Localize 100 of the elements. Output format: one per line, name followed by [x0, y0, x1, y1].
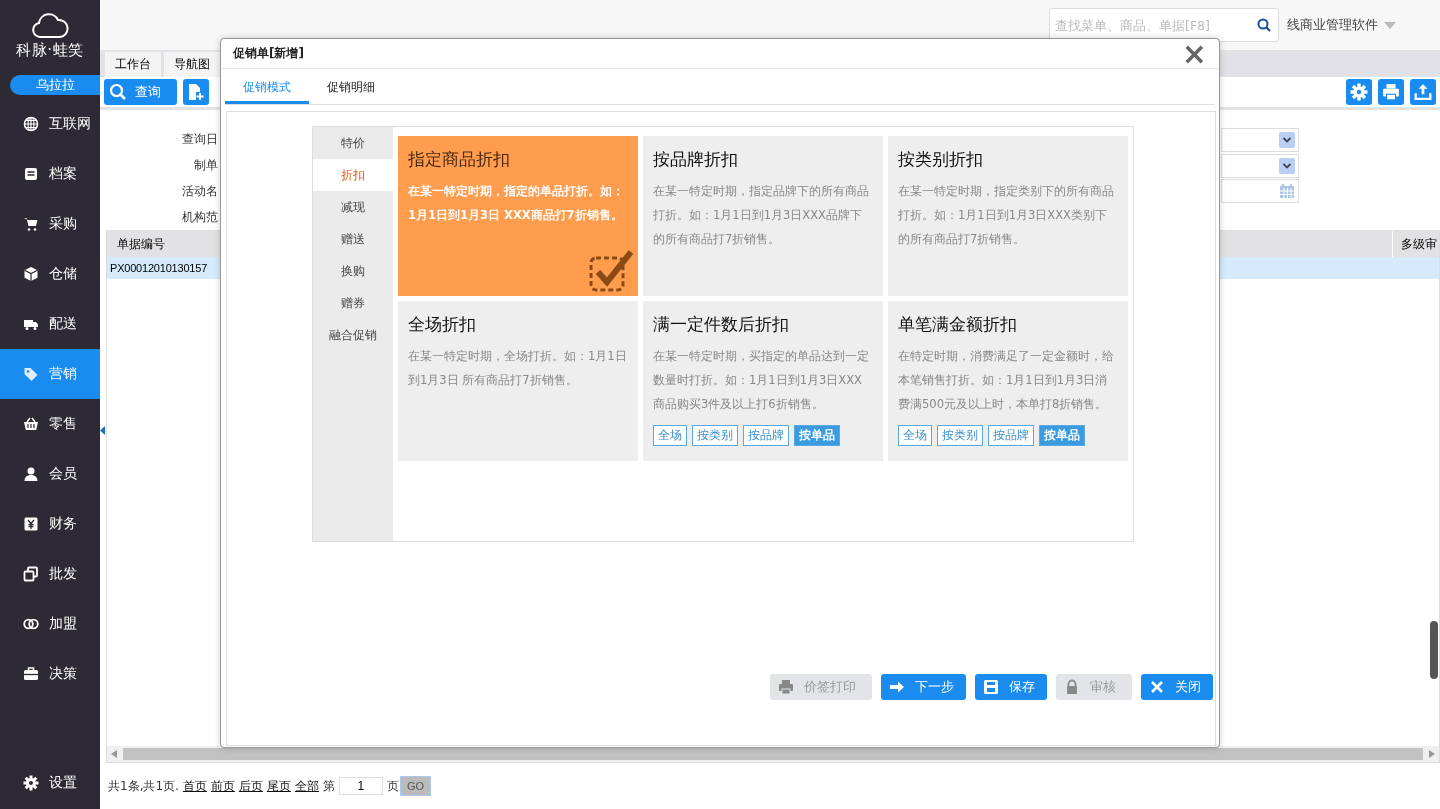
promotion-card[interactable]: 单笔满金额折扣 在特定时期，消费满足了一定金额时，给本笔销售打折。如：1月1日到1月3日消费满500元及以上时，本单打8折销售。 全场 按类别 按品牌 按单品 [888, 301, 1128, 461]
globe-icon [23, 116, 39, 132]
yen-icon [23, 516, 39, 532]
filter-label: 机构范 [181, 208, 218, 226]
dialog-title: 促销单[新增] [233, 45, 304, 62]
scope-tag[interactable]: 全场 [898, 425, 932, 446]
person-icon [23, 466, 39, 482]
filter-label: 制单 [193, 157, 218, 175]
category-item[interactable]: 赠券 [313, 287, 393, 319]
sidebar-item[interactable]: 档案 [0, 149, 100, 199]
sidebar-item[interactable]: 采购 [0, 199, 100, 249]
select-field[interactable] [1221, 153, 1299, 178]
card-title: 全场折扣 [408, 313, 477, 336]
scope-tag[interactable]: 按类别 [937, 425, 983, 446]
caret-icon[interactable] [1384, 21, 1396, 29]
select-field[interactable] [1221, 127, 1299, 152]
page-tab[interactable]: 导航图 [164, 52, 220, 77]
card-description: 在某一特定时期，买指定的单品达到一定数量时打折。如：1月1日到1月3日XXX商品购买3件及以上打6折销售。 [653, 348, 870, 413]
card-title: 按品牌折扣 [653, 148, 739, 171]
close-button[interactable]: × [1181, 40, 1207, 67]
page-summary: 共1条,共1页. [108, 777, 179, 795]
export-button[interactable] [1410, 79, 1436, 105]
scope-tag[interactable]: 按类别 [692, 425, 738, 446]
lock-icon [1064, 679, 1080, 695]
page-link[interactable]: 前页 [210, 777, 235, 795]
sidebar-item[interactable]: 决策 [0, 649, 100, 699]
rings-icon [23, 616, 39, 632]
sidebar-item[interactable]: 财务 [0, 499, 100, 549]
category-item[interactable]: 减现 [313, 191, 393, 223]
search-field[interactable]: 查找菜单、商品、单据[F8] [1049, 8, 1279, 42]
card-title: 指定商品折扣 [408, 148, 511, 171]
print-button[interactable] [1378, 79, 1404, 105]
page-suffix: 页 [386, 777, 399, 795]
card-title: 按类别折扣 [898, 148, 984, 171]
vertical-scrollbar-thumb[interactable] [1430, 621, 1438, 679]
product-name[interactable]: 线商业管理软件 [1287, 16, 1378, 34]
sidebar-item[interactable]: 配送 [0, 299, 100, 349]
page-number-field[interactable]: 1 [338, 777, 383, 795]
close-icon [1149, 679, 1165, 695]
page-tab[interactable]: 工作台 [105, 52, 161, 77]
document-icon [23, 166, 39, 182]
page-link[interactable]: 全部 [294, 777, 319, 795]
sidebar-item[interactable]: 设置 [0, 758, 100, 808]
page-prefix: 第 [322, 777, 335, 795]
basket-icon [23, 416, 39, 432]
arrow-right-icon [889, 679, 905, 695]
promotion-card[interactable]: 满一定件数后折扣 在某一特定时期，买指定的单品达到一定数量时打折。如：1月1日到1月3日XXX商品购买3件及以上打6折销售。 全场 按类别 按品牌 按单品 [643, 301, 883, 461]
sidebar-item[interactable]: 互联网 [0, 99, 100, 149]
category-item[interactable]: 特价 [313, 127, 393, 159]
settings-icon [23, 775, 39, 791]
scroll-left-icon[interactable] [111, 750, 117, 758]
add-document-icon [187, 83, 205, 101]
checkbox-checked-icon [589, 248, 633, 292]
filter-label: 活动名 [181, 182, 218, 200]
category-item[interactable]: 折扣 [313, 159, 393, 191]
sidebar-item[interactable]: 零售 [0, 399, 100, 449]
card-description: 在某一特定时期，指定品牌下的所有商品打折。如：1月1日到1月3日XXX品牌下的所有商品打7折销售。 [653, 183, 870, 248]
card-description: 在某一特定时期，指定类别下的所有商品打折。如：1月1日到1月3日XXX类别下的所有商品打7折销售。 [898, 183, 1115, 248]
promotion-card[interactable]: 指定商品折扣 在某一特定时期，指定的单品打折。如：1月1日到1月3日 XXX商品打7折销售。 [398, 136, 638, 296]
sidebar-item[interactable]: 会员 [0, 449, 100, 499]
new-document-button[interactable] [183, 79, 209, 105]
scroll-right-icon[interactable] [1429, 750, 1435, 758]
scope-tag[interactable]: 按品牌 [988, 425, 1034, 446]
promotion-card[interactable]: 按品牌折扣 在某一特定时期，指定品牌下的所有商品打折。如：1月1日到1月3日XXX品牌下的所有商品打7折销售。 [643, 136, 883, 296]
search-icon [109, 83, 127, 101]
cloud-logo-icon [31, 13, 69, 39]
promotion-card[interactable]: 全场折扣 在某一特定时期，全场打折。如：1月1日到1月3日 所有商品打7折销售。 [398, 301, 638, 461]
category-item[interactable]: 赠送 [313, 223, 393, 255]
horizontal-scrollbar[interactable] [107, 746, 1439, 762]
scope-tag[interactable]: 按品牌 [743, 425, 789, 446]
date-field[interactable] [1221, 179, 1299, 204]
card-description: 在某一特定时期，指定的单品打折。如：1月1日到1月3日 XXX商品打7折销售。 [408, 183, 625, 224]
search-icon[interactable] [1257, 18, 1271, 32]
card-title: 单笔满金额折扣 [898, 313, 1018, 336]
printer-icon [778, 679, 794, 695]
sidebar-item[interactable]: 仓储 [0, 249, 100, 299]
page-link[interactable]: 后页 [238, 777, 263, 795]
sidebar-item[interactable]: 批发 [0, 549, 100, 599]
scope-tag[interactable]: 全场 [653, 425, 687, 446]
tab[interactable]: 促销模式 [225, 69, 309, 104]
category-item[interactable]: 融合促销 [313, 319, 393, 351]
calendar-icon[interactable] [1279, 183, 1295, 200]
category-item[interactable]: 换购 [313, 255, 393, 287]
tab[interactable]: 促销明细 [309, 69, 393, 104]
page-link[interactable]: 尾页 [266, 777, 291, 795]
card-description: 在特定时期，消费满足了一定金额时，给本笔销售打折。如：1月1日到1月3日消费满500元及以上时，本单打8折销售。 [898, 348, 1115, 413]
go-button[interactable]: GO [399, 776, 432, 796]
filter-label: 查询日 [181, 131, 218, 149]
promotion-card[interactable]: 按类别折扣 在某一特定时期，指定类别下的所有商品打折。如：1月1日到1月3日XXX类别下的所有商品打7折销售。 [888, 136, 1128, 296]
copy-icon [23, 566, 39, 582]
cart-icon [23, 216, 39, 232]
sidebar-item[interactable]: 加盟 [0, 599, 100, 649]
settings-button[interactable] [1346, 79, 1372, 105]
page-link[interactable]: 首页 [182, 777, 207, 795]
collapse-arrow-icon[interactable] [100, 426, 105, 435]
card-title: 满一定件数后折扣 [653, 313, 790, 336]
box-icon [23, 266, 39, 282]
briefcase-icon [23, 666, 39, 682]
brand-name: 科脉·蛙笑 [16, 41, 84, 60]
card-description: 在某一特定时期，全场打折。如：1月1日到1月3日 所有商品打7折销售。 [408, 348, 628, 389]
